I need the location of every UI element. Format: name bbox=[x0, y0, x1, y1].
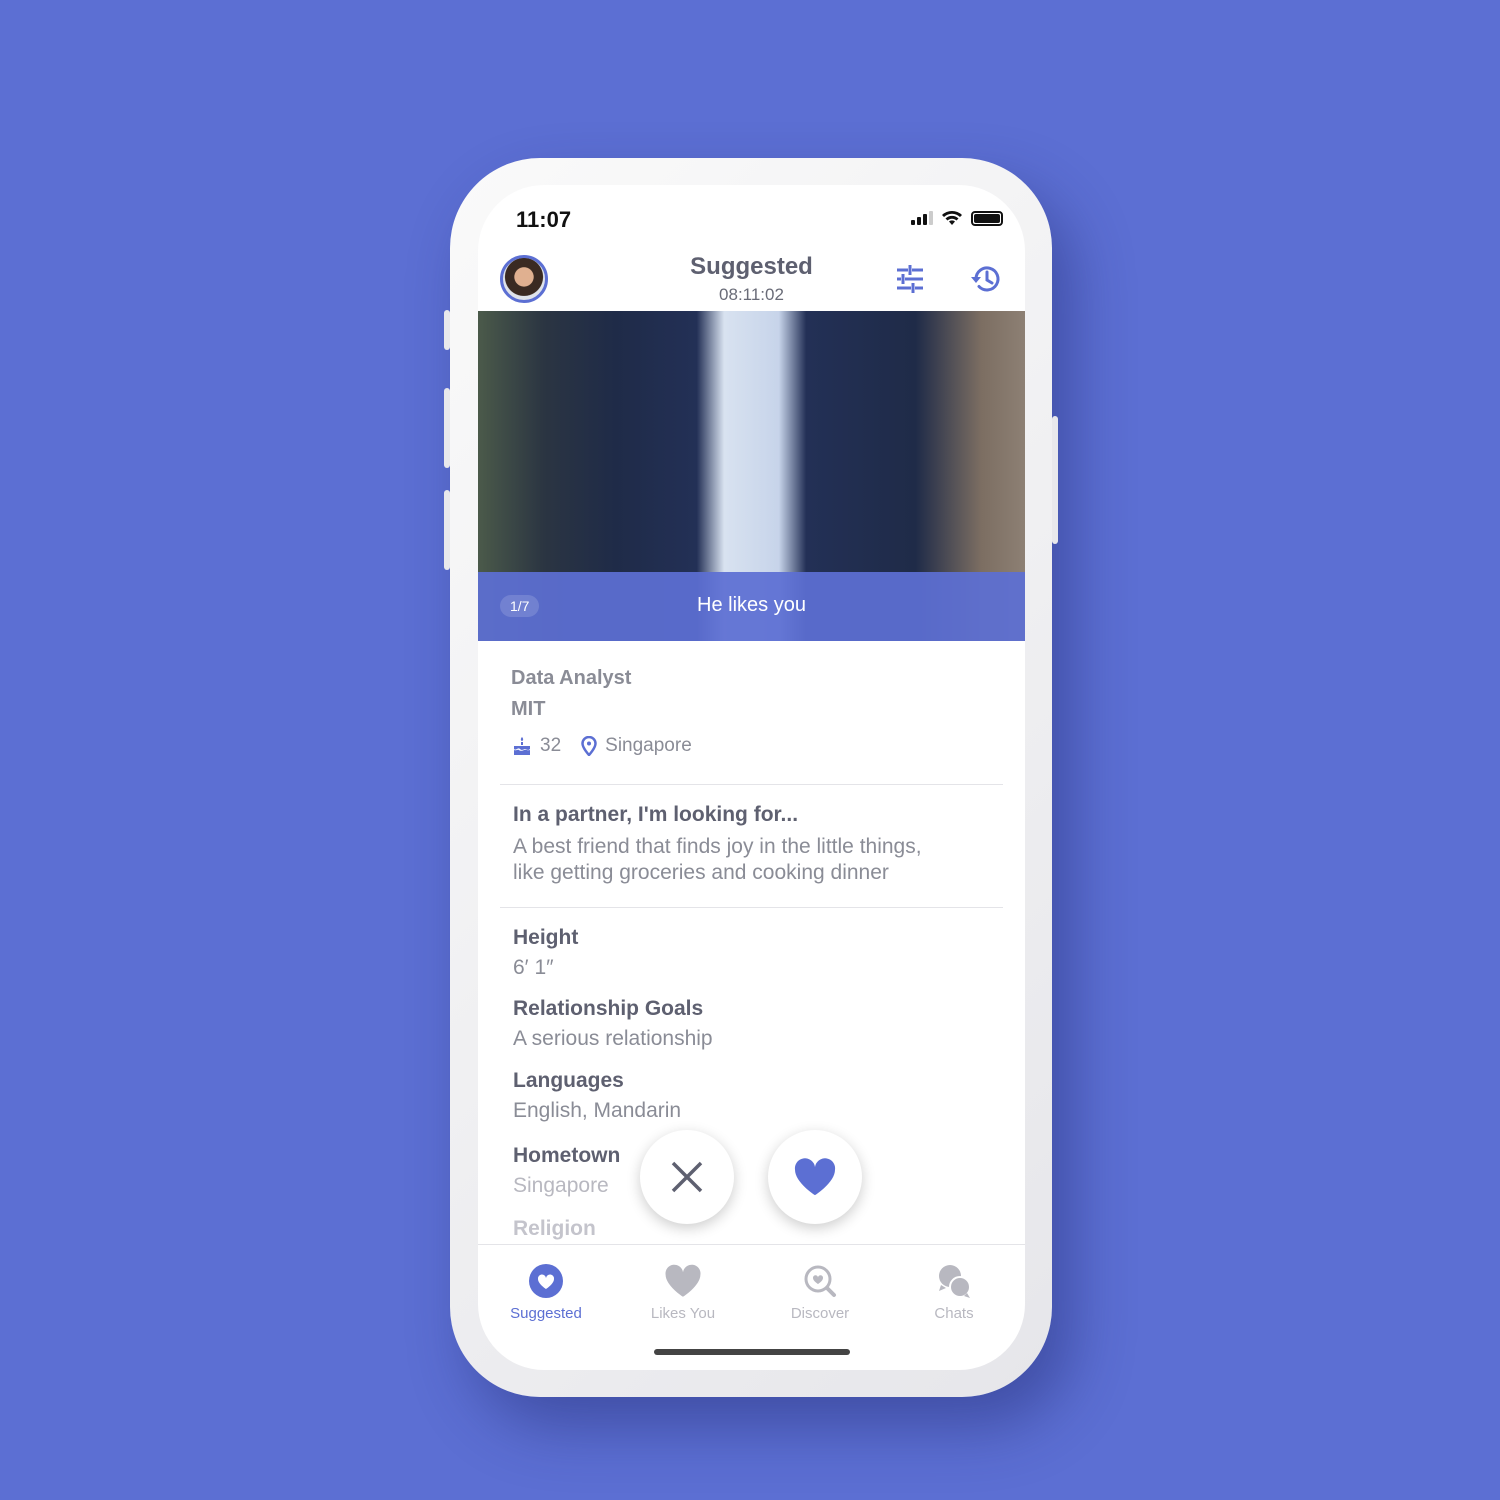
tab-chats[interactable]: Chats bbox=[894, 1263, 1014, 1322]
detail-label-languages: Languages bbox=[513, 1069, 624, 1092]
status-icons bbox=[911, 210, 1003, 226]
volume-up-button bbox=[444, 388, 450, 468]
suggested-heart-icon bbox=[529, 1264, 563, 1298]
sliders-icon[interactable] bbox=[892, 261, 928, 297]
tab-label: Chats bbox=[934, 1305, 974, 1322]
detail-label-hometown: Hometown bbox=[513, 1144, 621, 1167]
cake-icon bbox=[514, 737, 530, 755]
divider bbox=[500, 784, 1003, 785]
profile-photo[interactable]: 1/7 He likes you bbox=[478, 311, 1025, 641]
detail-value-goals: A serious relationship bbox=[513, 1027, 713, 1050]
likes-banner: 1/7 He likes you bbox=[478, 572, 1025, 641]
chat-bubbles-icon bbox=[939, 1265, 971, 1298]
tab-label: Likes You bbox=[650, 1305, 716, 1322]
tab-label: Suggested bbox=[510, 1305, 582, 1322]
close-icon bbox=[671, 1161, 703, 1193]
tab-suggested[interactable]: Suggested bbox=[486, 1263, 606, 1322]
signal-icon bbox=[911, 211, 933, 225]
age: 32 bbox=[540, 735, 562, 756]
detail-label-height: Height bbox=[513, 926, 579, 949]
job-title: Data Analyst bbox=[511, 667, 632, 689]
location: Singapore bbox=[605, 735, 692, 756]
wifi-icon bbox=[942, 211, 962, 225]
location-pin-icon bbox=[581, 736, 597, 756]
detail-label-religion: Religion bbox=[513, 1217, 596, 1240]
phone-frame: 11:07 Suggested 08:11:02 1/7 He likes yo… bbox=[444, 158, 1058, 1397]
school: MIT bbox=[511, 698, 546, 720]
mute-switch bbox=[444, 310, 450, 350]
header: Suggested 08:11:02 bbox=[478, 253, 1025, 311]
battery-icon bbox=[971, 210, 1003, 226]
tab-bar: Suggested Likes You Discover Chats bbox=[478, 1244, 1025, 1322]
volume-down-button bbox=[444, 490, 450, 570]
detail-label-goals: Relationship Goals bbox=[513, 997, 704, 1020]
like-button[interactable] bbox=[768, 1130, 862, 1224]
tab-label: Discover bbox=[790, 1305, 850, 1322]
status-time: 11:07 bbox=[516, 207, 572, 232]
power-button bbox=[1052, 416, 1058, 544]
tab-discover[interactable]: Discover bbox=[760, 1263, 880, 1322]
page-title: Suggested bbox=[690, 253, 813, 280]
divider bbox=[500, 907, 1003, 908]
heart-icon bbox=[665, 1264, 701, 1297]
heart-icon bbox=[794, 1158, 836, 1196]
screen: 11:07 Suggested 08:11:02 1/7 He likes yo… bbox=[478, 185, 1025, 1370]
prompt-question: In a partner, I'm looking for... bbox=[513, 803, 799, 826]
detail-value-languages: English, Mandarin bbox=[513, 1099, 682, 1122]
likes-you-text: He likes you bbox=[697, 594, 806, 616]
detail-value-hometown: Singapore bbox=[513, 1174, 609, 1197]
pass-button[interactable] bbox=[640, 1130, 734, 1224]
detail-value-height: 6′ 1″ bbox=[513, 956, 554, 979]
prompt-answer-line1: A best friend that finds joy in the litt… bbox=[513, 835, 922, 858]
search-heart-icon bbox=[804, 1265, 836, 1297]
history-icon[interactable] bbox=[968, 261, 1004, 297]
profile-meta: 32 Singapore bbox=[512, 735, 692, 757]
tab-likes-you[interactable]: Likes You bbox=[623, 1263, 743, 1322]
prompt-answer-line2: like getting groceries and cooking dinne… bbox=[513, 861, 889, 884]
home-indicator[interactable] bbox=[654, 1349, 850, 1355]
countdown-timer: 08:11:02 bbox=[719, 285, 784, 304]
